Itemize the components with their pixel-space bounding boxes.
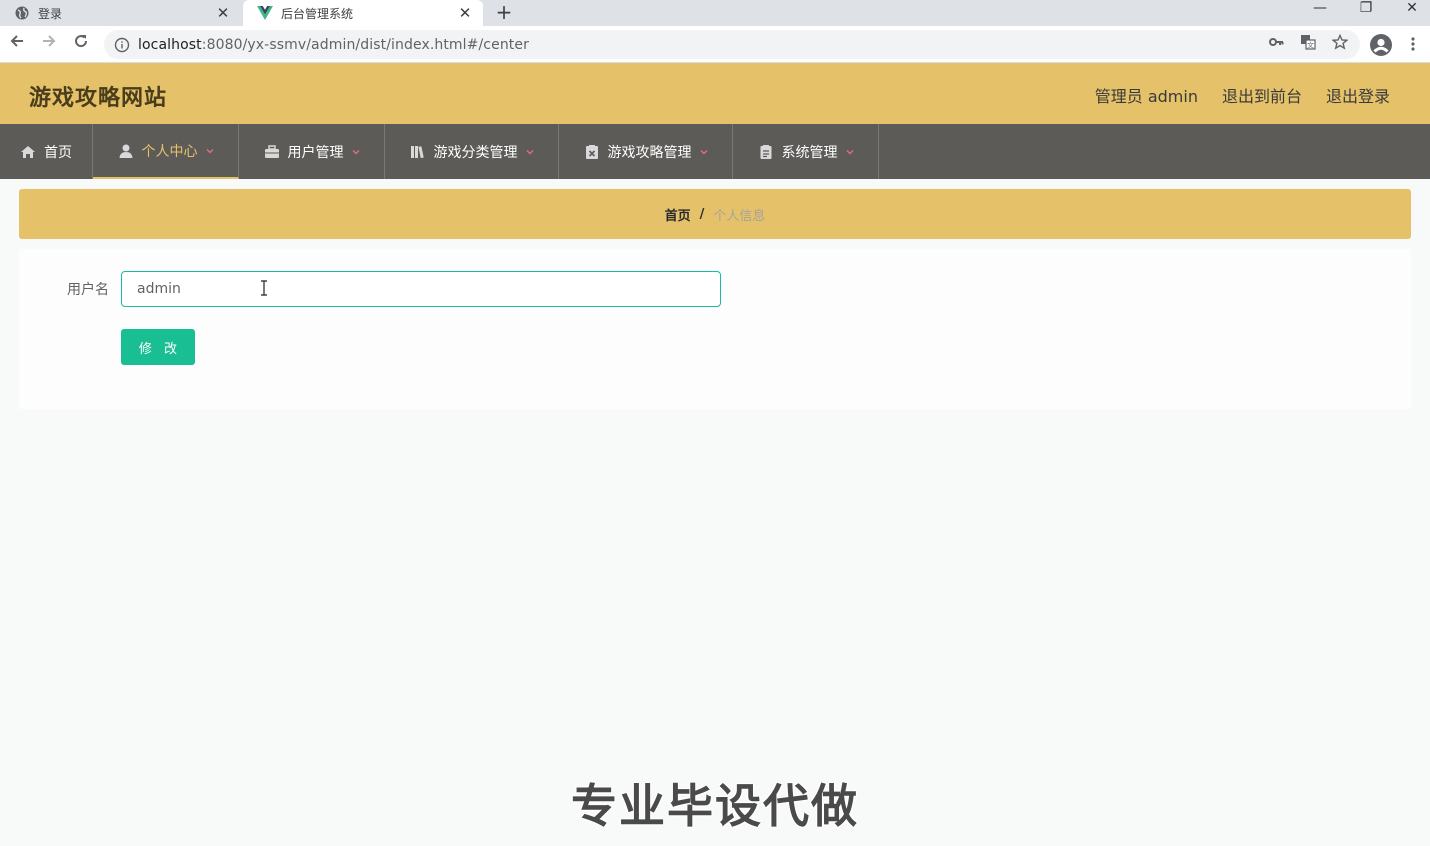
briefcase-icon <box>264 144 279 158</box>
restore-button[interactable]: ❐ <box>1343 0 1389 20</box>
username-input[interactable] <box>121 271 721 307</box>
key-icon[interactable] <box>1266 34 1286 54</box>
watermark-text: 专业毕设代做 <box>571 779 859 833</box>
library-icon <box>410 145 424 158</box>
chevron-down-icon <box>846 149 853 154</box>
browser-tab-admin[interactable]: 后台管理系统 ✕ <box>243 0 483 26</box>
menu-item-label: 游戏分类管理 <box>433 144 518 161</box>
arrow-right-icon <box>43 35 56 47</box>
url-host: localhost <box>138 36 202 53</box>
menu-item-user-management[interactable]: 用户管理 <box>239 124 385 179</box>
back-button[interactable] <box>5 32 29 56</box>
address-bar[interactable]: localhost:8080/yx-ssmv/admin/dist/index.… <box>104 30 1360 59</box>
user-icon <box>119 144 132 158</box>
menu-item-game-guide-management[interactable]: 游戏攻略管理 <box>559 124 733 179</box>
svg-text:文: 文 <box>1307 41 1314 50</box>
header-links: 管理员 admin 退出到前台 退出登录 <box>1095 83 1390 107</box>
main-menu: 首页 个人中心 用户管理 游戏分类管理 游戏攻略管理 系统管理 <box>0 124 1430 179</box>
document-icon <box>760 144 771 159</box>
url-text: localhost:8080/yx-ssmv/admin/dist/index.… <box>138 37 529 53</box>
profile-form: 用户名 修 改 <box>19 249 1411 409</box>
info-icon[interactable] <box>114 37 130 53</box>
browser-tab-title: 登录 <box>38 6 63 21</box>
browser-tab-title: 后台管理系统 <box>281 6 354 21</box>
close-icon[interactable]: ✕ <box>455 3 475 23</box>
modify-button[interactable]: 修 改 <box>121 329 195 365</box>
minimize-button[interactable]: — <box>1297 0 1343 20</box>
vue-logo-icon <box>257 5 273 21</box>
browser-tab-login[interactable]: 登录 ✕ <box>0 0 241 26</box>
browser-toolbar: localhost:8080/yx-ssmv/admin/dist/index.… <box>0 26 1430 63</box>
exit-to-front-link[interactable]: 退出到前台 <box>1222 83 1302 107</box>
window-close-button[interactable]: ✕ <box>1389 0 1430 20</box>
chevron-down-icon <box>352 149 359 154</box>
menu-item-label: 个人中心 <box>141 143 198 160</box>
globe-icon <box>14 5 30 21</box>
browser-tab-strip: 登录 ✕ 后台管理系统 ✕ + — ❐ ✕ <box>0 0 1430 26</box>
profile-avatar-icon[interactable] <box>1370 34 1392 56</box>
menu-item-home[interactable]: 首页 <box>0 124 93 179</box>
browser-menu-icon[interactable] <box>1405 36 1421 56</box>
forward-button[interactable] <box>37 32 61 56</box>
breadcrumb: 首页 / 个人信息 <box>19 189 1411 239</box>
site-title: 游戏攻略网站 <box>29 86 168 111</box>
close-icon[interactable]: ✕ <box>213 3 233 23</box>
menu-item-personal-center[interactable]: 个人中心 <box>93 124 239 179</box>
chevron-down-icon <box>700 149 707 154</box>
chevron-down-icon <box>526 149 533 154</box>
arrow-left-icon <box>10 35 23 47</box>
menu-item-game-category-management[interactable]: 游戏分类管理 <box>385 124 559 179</box>
new-tab-button[interactable]: + <box>492 1 516 25</box>
menu-item-label: 游戏攻略管理 <box>607 144 692 161</box>
menu-item-label: 系统管理 <box>781 144 838 161</box>
app-header: 游戏攻略网站 管理员 admin 退出到前台 退出登录 <box>0 63 1430 124</box>
reload-icon <box>75 35 88 48</box>
menu-item-system-management[interactable]: 系统管理 <box>733 124 879 179</box>
logout-link[interactable]: 退出登录 <box>1326 83 1390 107</box>
menu-item-label: 首页 <box>44 144 72 161</box>
url-path: :8080/yx-ssmv/admin/dist/index.html#/cen… <box>201 36 529 53</box>
clipboard-x-icon <box>585 144 598 159</box>
menu-item-label: 用户管理 <box>287 144 344 161</box>
translate-icon[interactable]: 文 <box>1298 34 1318 54</box>
username-label: 用户名 <box>67 282 109 298</box>
admin-user-label: 管理员 admin <box>1094 87 1198 106</box>
breadcrumb-separator: / <box>699 206 705 222</box>
home-icon <box>21 145 35 158</box>
breadcrumb-current: 个人信息 <box>713 208 766 224</box>
chevron-down-icon <box>206 148 213 153</box>
star-icon[interactable] <box>1330 33 1350 54</box>
text-cursor-icon <box>261 280 267 296</box>
reload-button[interactable] <box>69 32 93 56</box>
breadcrumb-home-link[interactable]: 首页 <box>665 205 691 224</box>
